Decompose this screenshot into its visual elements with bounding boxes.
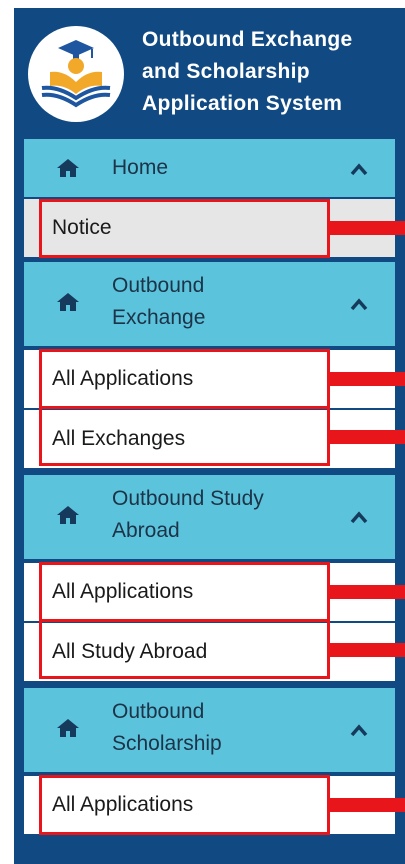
highlight-pointer (330, 430, 405, 444)
highlight-pointer (330, 221, 405, 235)
app-title-line: Outbound Exchange (142, 28, 353, 51)
nav-section-label-line: Outbound Study (112, 487, 264, 510)
sidebar-header: Outbound Exchange and Scholarship Applic… (14, 8, 405, 138)
highlight-pointer (330, 585, 405, 599)
nav-section-label: Outbound Study Abroad (112, 483, 264, 547)
home-icon (57, 293, 79, 311)
nav-section-label-line: Outbound (112, 274, 205, 297)
chevron-up-icon[interactable] (349, 723, 369, 737)
nav-section-outbound-scholarship[interactable]: Outbound Scholarship (24, 688, 395, 772)
highlight-divider (39, 619, 330, 622)
nav-section-label-line: Home (112, 156, 169, 179)
nav-section-label: Outbound Scholarship (112, 696, 222, 760)
highlight-box (39, 775, 330, 835)
nav-section-label-line: Outbound (112, 700, 205, 723)
highlight-pointer (330, 643, 405, 657)
highlight-box (39, 199, 330, 258)
app-title-line: and Scholarship (142, 60, 310, 83)
logo (28, 26, 124, 122)
chevron-up-icon[interactable] (349, 510, 369, 524)
home-icon (57, 506, 79, 524)
nav-section-label-line: Abroad (112, 519, 180, 542)
nav-section-label-line: Exchange (112, 306, 206, 329)
chevron-up-icon[interactable] (349, 297, 369, 311)
highlight-pointer (330, 798, 405, 812)
highlight-divider (39, 406, 330, 409)
home-icon (57, 719, 79, 737)
nav-section-outbound-exchange[interactable]: Outbound Exchange (24, 262, 395, 346)
nav-section-home[interactable]: Home (24, 139, 395, 197)
home-icon (57, 159, 79, 177)
nav-section-label: Outbound Exchange (112, 270, 205, 334)
nav-section-label: Home (112, 152, 168, 184)
app-title-line: Application System (142, 92, 343, 115)
nav-section-label-line: Scholarship (112, 732, 222, 755)
highlight-pointer (330, 372, 405, 386)
graduation-book-icon (41, 40, 111, 108)
chevron-up-icon[interactable] (349, 162, 369, 176)
app-title: Outbound Exchange and Scholarship Applic… (142, 24, 352, 120)
nav-section-outbound-study-abroad[interactable]: Outbound Study Abroad (24, 475, 395, 559)
